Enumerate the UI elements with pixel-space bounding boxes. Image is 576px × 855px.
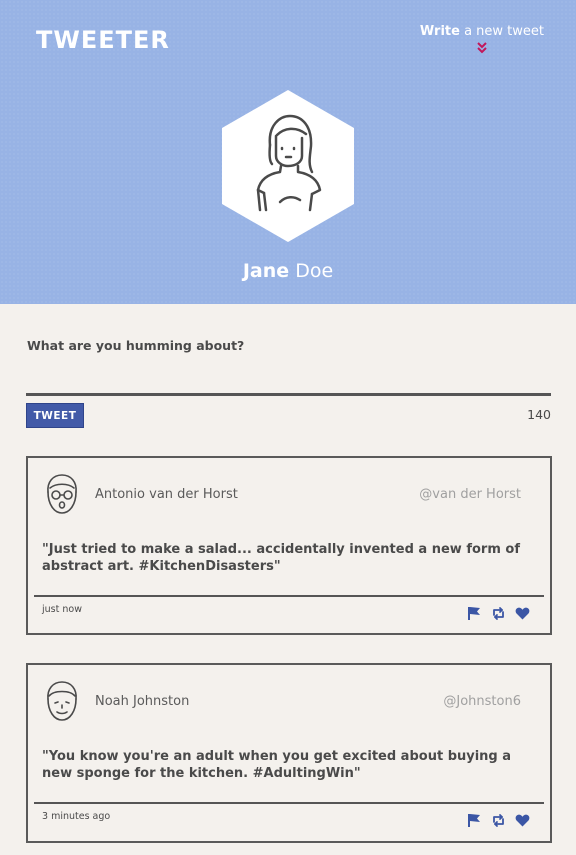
- write-new-tweet-link[interactable]: Write a new tweet: [420, 24, 544, 55]
- last-name: Doe: [295, 260, 334, 282]
- tweet-card: Noah Johnston @Johnston6 "You know you'r…: [26, 663, 552, 843]
- man-glasses-avatar-icon: [47, 474, 77, 514]
- tweet-author[interactable]: Antonio van der Horst: [95, 487, 238, 502]
- tweet-timestamp: just now: [42, 604, 82, 615]
- profile-name: Jane Doe: [0, 260, 576, 282]
- write-link-bold: Write: [419, 24, 460, 39]
- tweet-handle[interactable]: @van der Horst: [419, 487, 521, 502]
- character-counter: 140: [527, 407, 551, 422]
- retweet-icon[interactable]: [491, 606, 506, 621]
- heart-icon[interactable]: [515, 813, 530, 828]
- profile-header: TWEETER Write a new tweet Jane Doe: [0, 0, 576, 304]
- composer-prompt: What are you humming about?: [27, 338, 245, 353]
- tweet-button[interactable]: TWEET: [26, 403, 84, 428]
- flag-icon[interactable]: [467, 606, 482, 621]
- tweet-text: "Just tried to make a salad... accidenta…: [42, 542, 520, 574]
- heart-icon[interactable]: [515, 606, 530, 621]
- tweet-actions: [467, 606, 530, 621]
- double-chevron-down-icon: [477, 42, 487, 54]
- tweet-divider: [34, 802, 544, 804]
- tweet-input[interactable]: [26, 360, 551, 396]
- tweet-card: Antonio van der Horst @van der Horst "Ju…: [26, 456, 552, 635]
- flag-icon[interactable]: [467, 813, 482, 828]
- retweet-icon[interactable]: [491, 813, 506, 828]
- first-name: Jane: [242, 260, 290, 282]
- tweet-actions: [467, 813, 530, 828]
- tweet-timestamp: 3 minutes ago: [42, 811, 111, 822]
- tweet-author[interactable]: Noah Johnston: [95, 694, 189, 709]
- app-logo[interactable]: TWEETER: [36, 26, 170, 54]
- tweet-handle[interactable]: @Johnston6: [443, 694, 521, 709]
- tweet-text: "You know you're an adult when you get e…: [42, 749, 512, 781]
- man-avatar-icon: [47, 681, 77, 721]
- write-link-text: a new tweet: [459, 24, 544, 39]
- tweet-divider: [34, 595, 544, 597]
- profile-avatar: [222, 90, 354, 242]
